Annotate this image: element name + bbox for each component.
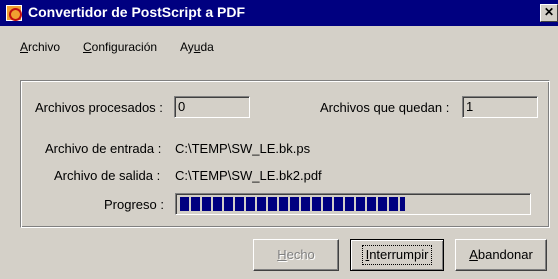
interrupt-button[interactable]: Interrumpir bbox=[350, 239, 444, 271]
interrupt-button-focus: Interrumpir bbox=[361, 245, 433, 265]
input-file-label: Archivo de entrada : bbox=[45, 141, 162, 156]
progress-bar bbox=[175, 193, 531, 215]
menu-configuracion[interactable]: Configuración bbox=[83, 40, 157, 54]
menu-bar: Archivo Configuración Ayuda bbox=[0, 26, 558, 54]
progress-label: Progreso : bbox=[104, 197, 164, 212]
processed-count-field: 0 bbox=[174, 96, 250, 118]
close-button[interactable]: ✕ bbox=[540, 4, 558, 22]
progress-bar-fill bbox=[180, 197, 405, 211]
output-file-label: Archivo de salida : bbox=[54, 168, 161, 183]
processed-label: Archivos procesados : bbox=[35, 100, 163, 115]
window-title: Convertidor de PostScript a PDF bbox=[28, 4, 246, 20]
abandon-button[interactable]: Abandonar bbox=[455, 239, 547, 271]
done-button[interactable]: Hecho bbox=[253, 239, 339, 271]
title-bar[interactable]: Convertidor de PostScript a PDF ✕ bbox=[0, 0, 558, 26]
menu-archivo[interactable]: Archivo bbox=[20, 40, 60, 54]
input-file-path: C:\TEMP\SW_LE.bk.ps bbox=[175, 141, 311, 156]
output-file-path: C:\TEMP\SW_LE.bk2.pdf bbox=[175, 168, 322, 183]
menu-ayuda[interactable]: Ayuda bbox=[180, 40, 214, 54]
remaining-count-field: 1 bbox=[462, 96, 538, 118]
app-icon[interactable] bbox=[6, 5, 22, 21]
remaining-label: Archivos que quedan : bbox=[320, 100, 450, 115]
